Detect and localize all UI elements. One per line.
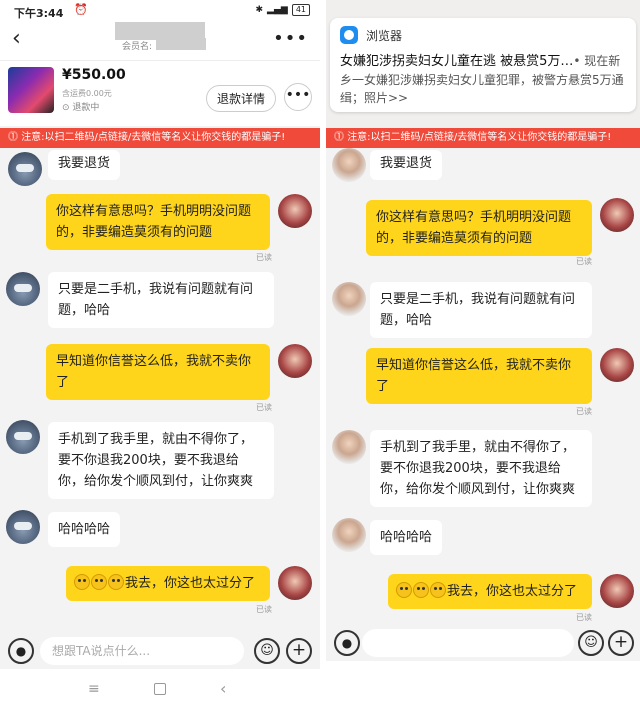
alarm-icon: ⏰ [74, 3, 88, 16]
mic-icon[interactable]: ● [334, 630, 360, 656]
product-more-button[interactable]: ••• [284, 83, 312, 111]
emoji-icon [91, 574, 107, 590]
product-image[interactable] [8, 67, 54, 113]
left-screenshot: 下午3:44 ⏰ ✱ ▂▄▆ 41 ‹ 会员名: ••• ¥550.00 含运费… [0, 0, 320, 711]
message-bubble: 手机到了我手里，就由不得你了，要不你退我200块，要不我退给你，给你发个顺风到付… [370, 430, 592, 507]
seller-avatar[interactable] [600, 198, 634, 232]
plus-icon[interactable]: + [608, 630, 634, 656]
notification-app-name: 浏览器 [366, 29, 403, 43]
emoji-icon [413, 582, 429, 598]
read-receipt: 已读 [576, 613, 592, 622]
buyer-avatar[interactable] [6, 272, 40, 306]
bluetooth-icon: ✱ [255, 5, 264, 15]
more-icon[interactable]: ••• [273, 28, 308, 49]
warning-text: 注意:以扫二维码/点链接/去微信等名义让你交钱的都是骗子! [347, 132, 612, 143]
signal-icon: ▂▄▆ [267, 5, 288, 15]
menu-icon[interactable]: ≡ [88, 681, 100, 697]
warning-icon: ⓵ [8, 132, 22, 143]
message-bubble: 我要退货 [48, 150, 121, 180]
blurred-member-name [156, 38, 206, 50]
mic-icon[interactable]: ● [8, 638, 34, 664]
emoji-icon [396, 582, 412, 598]
battery-icon: 41 [291, 4, 310, 16]
member-label: 会员名: [122, 42, 153, 52]
read-receipt: 已读 [256, 605, 272, 614]
input-bar: ● ☺ + [326, 627, 640, 661]
buyer-avatar[interactable] [6, 420, 40, 454]
refund-status: ⊙ 退款中 [62, 103, 100, 113]
back-arrow-icon[interactable]: ‹ [12, 26, 21, 51]
warning-text: 注意:以扫二维码/点链接/去微信等名义让你交钱的都是骗子! [21, 132, 286, 143]
emoji-icon [108, 574, 124, 590]
browser-icon [340, 26, 358, 44]
emoji-icon [430, 582, 446, 598]
notification-content: 女嫌犯涉拐卖妇女儿童在逃 被悬赏5万…• 现在新乡一女嫌犯涉嫌拐卖妇女儿童犯罪，… [340, 52, 628, 107]
message-bubble: 我去，你这也太过分了 [66, 566, 270, 601]
home-icon[interactable] [154, 683, 166, 695]
emoji-icon[interactable]: ☺ [578, 630, 604, 656]
seller-avatar[interactable] [278, 194, 312, 228]
seller-avatar[interactable] [600, 574, 634, 608]
scam-warning-banner: ⓵ 注意:以扫二维码/点链接/去微信等名义让你交钱的都是骗子! [0, 128, 320, 148]
buyer-avatar[interactable] [332, 518, 366, 552]
read-receipt: 已读 [576, 257, 592, 266]
message-bubble: 只要是二手机，我说有问题就有问题，哈哈 [48, 272, 274, 328]
product-price: ¥550.00 [62, 67, 126, 83]
product-bar: ¥550.00 含运费0.00元 ⊙ 退款中 退款详情 ••• [0, 60, 320, 126]
notification-area: 浏览器 女嫌犯涉拐卖妇女儿童在逃 被悬赏5万…• 现在新乡一女嫌犯涉嫌拐卖妇女儿… [326, 0, 640, 128]
message-text: 我去，你这也太过分了 [125, 576, 256, 591]
seller-avatar[interactable] [278, 566, 312, 600]
browser-notification[interactable]: 浏览器 女嫌犯涉拐卖妇女儿童在逃 被悬赏5万…• 现在新乡一女嫌犯涉嫌拐卖妇女儿… [330, 18, 636, 112]
read-receipt: 已读 [576, 407, 592, 416]
right-screenshot: 浏览器 女嫌犯涉拐卖妇女儿童在逃 被悬赏5万…• 现在新乡一女嫌犯涉嫌拐卖妇女儿… [326, 0, 640, 711]
seller-avatar[interactable] [600, 348, 634, 382]
emoji-icon[interactable]: ☺ [254, 638, 280, 664]
message-input[interactable]: 想跟TA说点什么... [40, 637, 244, 665]
read-receipt: 已读 [256, 403, 272, 412]
buyer-avatar[interactable] [332, 148, 366, 182]
back-icon[interactable]: ‹ [220, 679, 226, 698]
message-bubble: 我去，你这也太过分了 [388, 574, 592, 609]
notification-title: 女嫌犯涉拐卖妇女儿童在逃 被悬赏5万… [340, 54, 574, 69]
message-bubble: 哈哈哈哈 [48, 512, 120, 547]
message-bubble: 只要是二手机，我说有问题就有问题，哈哈 [370, 282, 592, 338]
buyer-avatar[interactable] [6, 510, 40, 544]
refund-detail-button[interactable]: 退款详情 [205, 85, 276, 112]
input-bar: ● 想跟TA说点什么... ☺ + [0, 635, 320, 669]
message-list: 我要退货 你这样有意思吗？手机明明没问题的，非要编造莫须有的问题 已读 只要是二… [326, 148, 640, 635]
message-bubble: 哈哈哈哈 [370, 520, 442, 555]
message-bubble: 我要退货 [370, 150, 443, 180]
message-text: 我去，你这也太过分了 [447, 584, 578, 599]
buyer-avatar[interactable] [8, 152, 42, 186]
message-bubble: 早知道你信誉这么低，我就不卖你了 [46, 344, 270, 400]
status-icons: ✱ ▂▄▆ 41 [255, 4, 310, 16]
message-bubble: 手机到了我手里，就由不得你了，要不你退我200块，要不我退给你，给你发个顺风到付… [48, 422, 274, 499]
buyer-avatar[interactable] [332, 430, 366, 464]
refund-status-text: 退款中 [72, 103, 100, 113]
buyer-avatar[interactable] [332, 282, 366, 316]
system-nav-bar: ≡ ‹ [0, 669, 320, 711]
message-list: 我要退货 你这样有意思吗？手机明明没问题的，非要编造莫须有的问题 已读 只要是二… [0, 148, 320, 635]
status-time: 下午3:44 [14, 7, 64, 20]
message-bubble: 你这样有意思吗？手机明明没问题的，非要编造莫须有的问题 [46, 194, 270, 250]
read-receipt: 已读 [256, 253, 272, 262]
message-input[interactable] [362, 629, 574, 657]
warning-icon: ⓵ [334, 132, 348, 143]
message-bubble: 早知道你信誉这么低，我就不卖你了 [366, 348, 592, 404]
status-bar: 下午3:44 ⏰ ✱ ▂▄▆ 41 [0, 0, 320, 22]
emoji-icon [74, 574, 90, 590]
plus-icon[interactable]: + [286, 638, 312, 664]
bottom-area [326, 661, 640, 711]
message-bubble: 你这样有意思吗？手机明明没问题的，非要编造莫须有的问题 [366, 200, 592, 256]
chat-header: ‹ 会员名: ••• [0, 22, 320, 60]
scam-warning-banner: ⓵ 注意:以扫二维码/点链接/去微信等名义让你交钱的都是骗子! [326, 128, 640, 148]
shipping-fee: 含运费0.00元 [62, 89, 112, 98]
seller-avatar[interactable] [278, 344, 312, 378]
